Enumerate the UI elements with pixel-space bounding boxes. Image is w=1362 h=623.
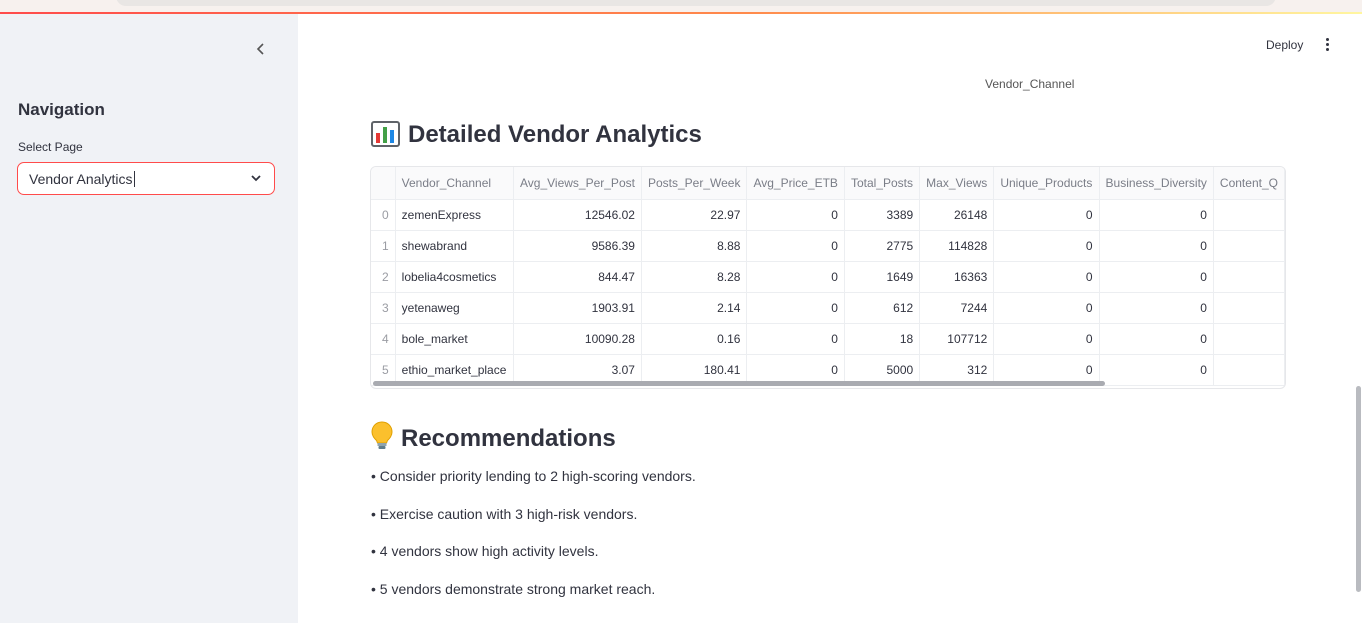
sidebar: Navigation Select Page Vendor Analytics bbox=[0, 14, 298, 623]
select-page-label: Select Page bbox=[18, 140, 83, 154]
sidebar-nav-title: Navigation bbox=[18, 100, 105, 119]
page-select-value: Vendor Analytics bbox=[29, 171, 135, 187]
table-cell[interactable] bbox=[1213, 261, 1285, 293]
table-cell[interactable]: 612 bbox=[844, 292, 921, 324]
table-cell[interactable]: 26148 bbox=[919, 199, 995, 231]
table-cell[interactable]: 2.14 bbox=[641, 292, 748, 324]
browser-top-strip bbox=[0, 0, 1362, 14]
table-row[interactable]: 2 lobelia4cosmetics 844.47 8.28 0 1649 16363 0 0 bbox=[371, 261, 1285, 293]
table-cell[interactable]: shewabrand bbox=[395, 230, 514, 262]
table-cell[interactable] bbox=[1213, 292, 1285, 324]
table-cell[interactable]: 0 bbox=[746, 261, 845, 293]
lightbulb-emoji-icon bbox=[371, 421, 393, 458]
table-cell[interactable]: 0 bbox=[1099, 261, 1214, 293]
table-cell[interactable]: 0 bbox=[1099, 292, 1214, 324]
table-cell[interactable]: 0 bbox=[993, 323, 1100, 355]
table-cell[interactable]: 0 bbox=[746, 199, 845, 231]
row-index-cell: 3 bbox=[371, 292, 396, 324]
recommendation-item: • 4 vendors show high activity levels. bbox=[371, 543, 599, 559]
table-cell[interactable]: 844.47 bbox=[513, 261, 642, 293]
chevron-left-icon[interactable] bbox=[252, 40, 270, 58]
column-header[interactable]: Max_Views bbox=[919, 167, 995, 200]
analytics-title: Detailed Vendor Analytics bbox=[408, 121, 702, 148]
recommendation-item: • 5 vendors demonstrate strong market re… bbox=[371, 581, 656, 597]
column-header[interactable]: Content_Q bbox=[1213, 167, 1285, 200]
table-cell[interactable]: 107712 bbox=[919, 323, 995, 355]
table-cell[interactable]: 18 bbox=[844, 323, 921, 355]
table-row[interactable]: 0 zemenExpress 12546.02 22.97 0 3389 26148 0 0 bbox=[371, 199, 1285, 231]
text-cursor bbox=[133, 171, 135, 187]
vertical-scrollbar[interactable] bbox=[1356, 386, 1361, 592]
table-cell[interactable]: 0 bbox=[746, 230, 845, 262]
table-row[interactable]: 1 shewabrand 9586.39 8.88 0 2775 114828 0 0 bbox=[371, 230, 1285, 262]
table-cell[interactable]: 0 bbox=[746, 323, 845, 355]
page-select[interactable]: Vendor Analytics bbox=[17, 162, 275, 195]
table-cell[interactable]: 0.16 bbox=[641, 323, 748, 355]
row-index-cell: 4 bbox=[371, 323, 396, 355]
table-cell[interactable] bbox=[1213, 199, 1285, 231]
row-index-cell: 2 bbox=[371, 261, 396, 293]
recommendation-item: • Exercise caution with 3 high-risk vend… bbox=[371, 506, 638, 522]
table-cell[interactable] bbox=[1213, 354, 1285, 386]
table-cell[interactable]: 0 bbox=[1099, 230, 1214, 262]
table-cell[interactable]: 10090.28 bbox=[513, 323, 642, 355]
page-select-text: Vendor Analytics bbox=[29, 171, 133, 187]
table-cell[interactable]: bole_market bbox=[395, 323, 514, 355]
table-cell[interactable]: 0 bbox=[993, 230, 1100, 262]
table-cell[interactable]: 8.88 bbox=[641, 230, 748, 262]
kebab-menu-icon[interactable] bbox=[1319, 36, 1335, 56]
table-cell[interactable] bbox=[1213, 230, 1285, 262]
analytics-heading: Detailed Vendor Analytics bbox=[371, 121, 702, 154]
column-header[interactable]: Total_Posts bbox=[844, 167, 921, 200]
table-cell[interactable]: 1903.91 bbox=[513, 292, 642, 324]
bar-chart-emoji-icon bbox=[371, 121, 400, 154]
table-cell[interactable]: 2775 bbox=[844, 230, 921, 262]
chart-axis-label: Vendor_Channel bbox=[985, 77, 1075, 91]
address-bar-remnant bbox=[116, 0, 1276, 6]
recommendations-title: Recommendations bbox=[401, 425, 616, 452]
row-index-cell: 0 bbox=[371, 199, 396, 231]
table-cell[interactable]: 9586.39 bbox=[513, 230, 642, 262]
table-cell[interactable]: 12546.02 bbox=[513, 199, 642, 231]
table-header-row: Vendor_Channel Avg_Views_Per_Post Posts_… bbox=[371, 167, 1285, 200]
table-row[interactable]: 3 yetenaweg 1903.91 2.14 0 612 7244 0 0 bbox=[371, 292, 1285, 324]
table-cell[interactable]: 22.97 bbox=[641, 199, 748, 231]
recommendation-item: • Consider priority lending to 2 high-sc… bbox=[371, 468, 696, 484]
column-header-index bbox=[371, 167, 396, 200]
table-cell[interactable]: yetenaweg bbox=[395, 292, 514, 324]
table-row[interactable]: 4 bole_market 10090.28 0.16 0 18 107712 0 0 bbox=[371, 323, 1285, 355]
table-cell[interactable]: zemenExpress bbox=[395, 199, 514, 231]
table-cell[interactable]: 3389 bbox=[844, 199, 921, 231]
table-cell[interactable]: 0 bbox=[993, 199, 1100, 231]
chevron-down-icon bbox=[251, 175, 261, 182]
table-cell[interactable]: 1649 bbox=[844, 261, 921, 293]
table-cell[interactable]: 0 bbox=[1099, 323, 1214, 355]
table-cell[interactable]: 8.28 bbox=[641, 261, 748, 293]
column-header[interactable]: Vendor_Channel bbox=[395, 167, 514, 200]
table-cell[interactable]: 0 bbox=[746, 292, 845, 324]
table-cell[interactable] bbox=[1213, 323, 1285, 355]
row-index-cell: 1 bbox=[371, 230, 396, 262]
column-header[interactable]: Avg_Views_Per_Post bbox=[513, 167, 642, 200]
table-cell[interactable]: 0 bbox=[1099, 199, 1214, 231]
recommendations-heading: Recommendations bbox=[371, 421, 616, 458]
horizontal-scrollbar[interactable] bbox=[373, 381, 1105, 386]
table-cell[interactable]: 0 bbox=[993, 261, 1100, 293]
column-header[interactable]: Unique_Products bbox=[993, 167, 1100, 200]
vendor-data-table[interactable]: Vendor_Channel Avg_Views_Per_Post Posts_… bbox=[370, 166, 1286, 389]
column-header[interactable]: Avg_Price_ETB bbox=[746, 167, 845, 200]
table-cell[interactable]: lobelia4cosmetics bbox=[395, 261, 514, 293]
table-cell[interactable]: 0 bbox=[993, 292, 1100, 324]
table-cell[interactable]: 114828 bbox=[919, 230, 995, 262]
deploy-button[interactable]: Deploy bbox=[1266, 38, 1303, 52]
table-cell[interactable]: 0 bbox=[1099, 354, 1214, 386]
column-header[interactable]: Business_Diversity bbox=[1099, 167, 1214, 200]
table-cell[interactable]: 16363 bbox=[919, 261, 995, 293]
table-cell[interactable]: 7244 bbox=[919, 292, 995, 324]
column-header[interactable]: Posts_Per_Week bbox=[641, 167, 748, 200]
